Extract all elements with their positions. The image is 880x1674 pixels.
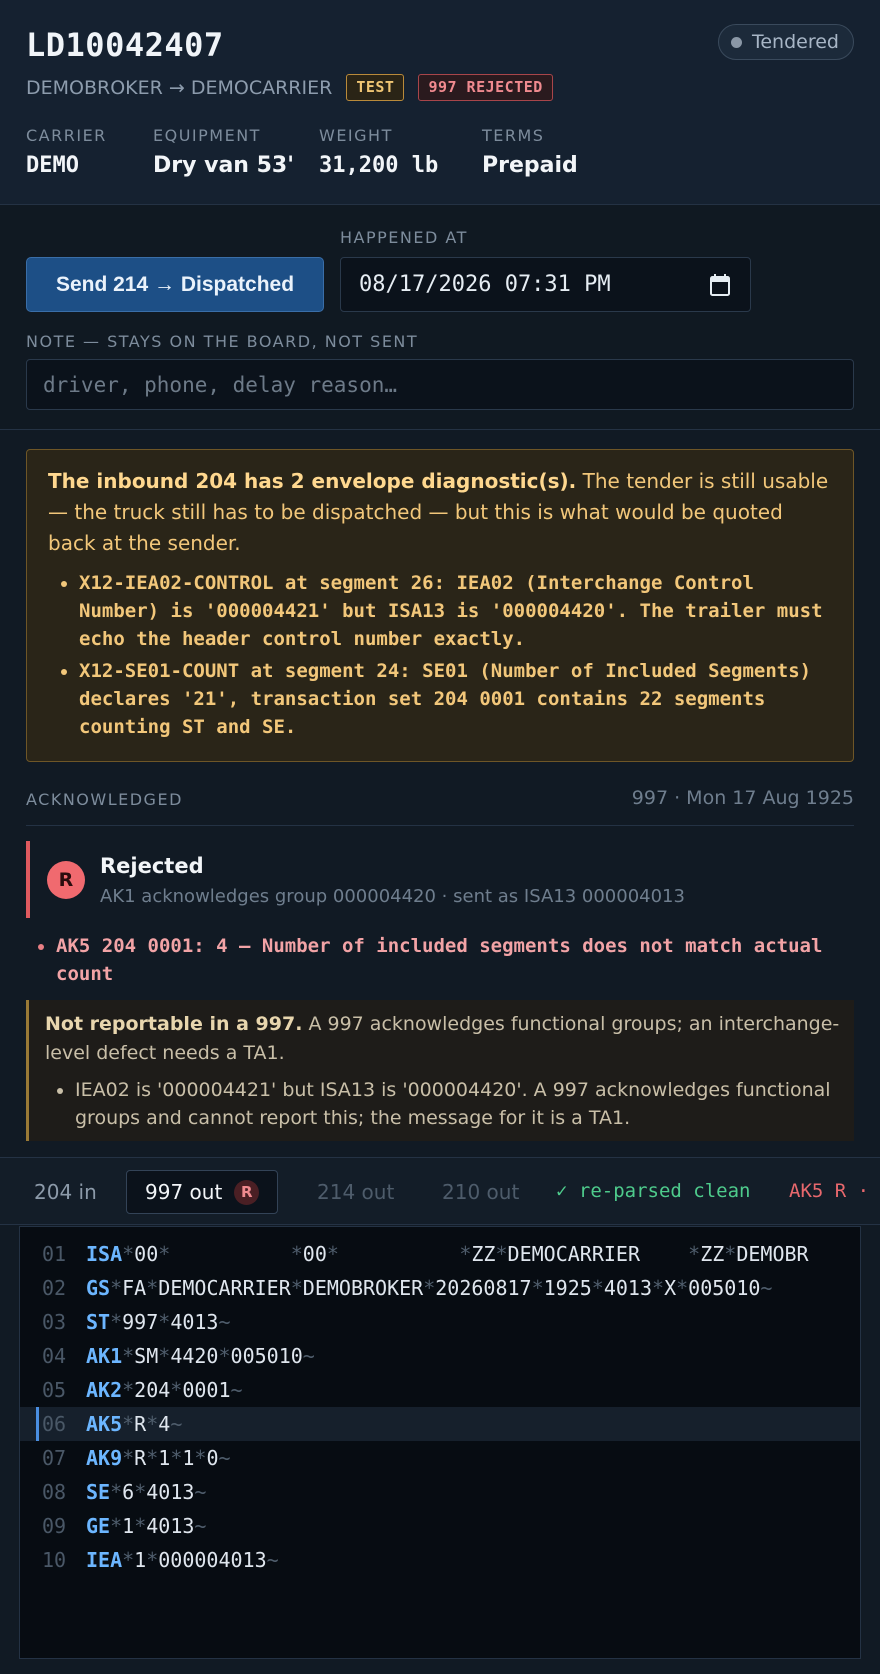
line-number: 05	[42, 1378, 67, 1402]
status-dot-icon	[730, 36, 742, 48]
diagnostics-intro: The inbound 204 has 2 envelope diagnosti…	[48, 466, 833, 559]
segment-id: AK1	[86, 1344, 123, 1368]
meta-carrier: CARRIER DEMO	[26, 126, 107, 178]
diagnostics-list: X12-IEA02-CONTROL at segment 26: IEA02 (…	[48, 569, 833, 741]
segment-text: ISA*00* *00* *ZZ*DEMOCARRIER *ZZ*DEMOBR	[86, 1242, 809, 1266]
line-number: 04	[42, 1344, 67, 1368]
rejected-badge: 997 REJECTED	[418, 74, 553, 101]
note-input[interactable]	[26, 359, 854, 410]
segment-text: ST*997*4013~	[86, 1310, 231, 1334]
calendar-icon[interactable]	[710, 274, 730, 296]
acknowledged-meta: 997 · Mon 17 Aug 1925	[631, 787, 854, 809]
happened-at-label: HAPPENED AT	[340, 228, 468, 247]
line-number: 06	[42, 1412, 67, 1436]
code-line: 09 GE*1*4013~	[20, 1509, 860, 1543]
acknowledged-title: ACKNOWLEDGED	[26, 790, 183, 809]
rejected-badge-icon: R	[234, 1179, 260, 1205]
meta-value: 31,200 lb	[319, 153, 439, 178]
route-text: DEMOBROKER → DEMOCARRIER	[26, 76, 333, 99]
diagnostic-item: X12-SE01-COUNT at segment 24: SE01 (Numb…	[79, 657, 833, 741]
code-line: 01 ISA*00* *00* *ZZ*DEMOCARRIER *ZZ*DEMOB…	[20, 1237, 860, 1271]
rejected-title: Rejected	[100, 854, 204, 878]
segment-id: IEA	[86, 1548, 123, 1572]
segment-text: GS*FA*DEMOCARRIER*DEMOBROKER*20260817*19…	[86, 1276, 773, 1300]
code-line: 08 SE*6*4013~	[20, 1475, 860, 1509]
line-number: 03	[42, 1310, 67, 1334]
happened-at-value: 08/17/2026 07:31 PM	[359, 272, 611, 297]
tab-204-in[interactable]: 204 in	[34, 1170, 97, 1214]
line-number: 10	[42, 1548, 67, 1572]
diagnostics-intro-bold: The inbound 204 has 2 envelope diagnosti…	[48, 469, 577, 493]
code-line: 05 AK2*204*0001~	[20, 1373, 860, 1407]
segment-text: AK9*R*1*1*0~	[86, 1446, 231, 1470]
diagnostic-item: X12-IEA02-CONTROL at segment 26: IEA02 (…	[79, 569, 833, 653]
send-214-dispatched-button[interactable]: Send 214 → Dispatched	[26, 257, 324, 312]
line-number: 07	[42, 1446, 67, 1470]
meta-value: DEMO	[26, 153, 79, 178]
meta-value: Dry van 53'	[153, 153, 294, 178]
not-reportable-list: IEA02 is '000004421' but ISA13 is '00000…	[45, 1076, 840, 1132]
segment-text: AK2*204*0001~	[86, 1378, 243, 1402]
tab-997-out[interactable]: 997 out R	[126, 1170, 279, 1214]
segment-id: AK2	[86, 1378, 123, 1402]
ack-error-item: AK5 204 0001: 4 — Number of included seg…	[56, 932, 846, 988]
not-reportable-intro: Not reportable in a 997. A 997 acknowled…	[45, 1010, 840, 1068]
line-number: 01	[42, 1242, 67, 1266]
meta-label: TERMS	[482, 126, 545, 145]
meta-label: EQUIPMENT	[153, 126, 261, 145]
status-pill: Tendered	[717, 24, 854, 60]
not-reportable-bold: Not reportable in a 997.	[45, 1013, 303, 1035]
segment-id: ISA	[86, 1242, 123, 1266]
ack-error-list: AK5 204 0001: 4 — Number of included seg…	[56, 932, 846, 988]
not-reportable-note: Not reportable in a 997. A 997 acknowled…	[26, 1000, 854, 1141]
meta-value: Prepaid	[482, 153, 578, 178]
note-label: NOTE — STAYS ON THE BOARD, NOT SENT	[26, 332, 419, 351]
ak5-status: AK5 R ·	[789, 1180, 870, 1202]
segment-text: AK1*SM*4420*005010~	[86, 1344, 315, 1368]
meta-equipment: EQUIPMENT Dry van 53'	[153, 126, 294, 178]
status-label: Tendered	[751, 31, 839, 53]
load-id: LD10042407	[26, 26, 224, 64]
line-number: 02	[42, 1276, 67, 1300]
meta-terms: TERMS Prepaid	[482, 126, 578, 178]
segment-text: IEA*1*000004013~	[86, 1548, 279, 1572]
test-badge: TEST	[346, 74, 405, 101]
tab-997-out-label: 997 out	[145, 1180, 223, 1204]
tab-210-out[interactable]: 210 out	[442, 1170, 519, 1214]
load-card: LD10042407 Tendered DEMOBROKER → DEMOCAR…	[0, 0, 880, 1674]
happened-at-input[interactable]: 08/17/2026 07:31 PM	[340, 257, 751, 312]
acknowledged-header: ACKNOWLEDGED 997 · Mon 17 Aug 1925	[26, 787, 854, 826]
not-reportable-item: IEA02 is '000004421' but ISA13 is '00000…	[75, 1076, 840, 1132]
code-line: 10 IEA*1*000004013~	[20, 1543, 860, 1577]
rejected-subtitle: AK1 acknowledges group 000004420 · sent …	[100, 886, 685, 907]
tab-214-out[interactable]: 214 out	[317, 1170, 394, 1214]
code-line: 07 AK9*R*1*1*0~	[20, 1441, 860, 1475]
code-line: 02 GS*FA*DEMOCARRIER*DEMOBROKER*20260817*…	[20, 1271, 860, 1305]
rejected-status: R Rejected AK1 acknowledges group 000004…	[26, 841, 854, 918]
line-number: 09	[42, 1514, 67, 1538]
reparsed-status: ✓ re-parsed clean	[556, 1180, 751, 1202]
meta-weight: WEIGHT 31,200 lb	[319, 126, 438, 178]
segment-id: GE	[86, 1514, 111, 1538]
line-number: 08	[42, 1480, 67, 1504]
code-line: 06 AK5*R*4~	[20, 1407, 860, 1441]
segment-id: AK9	[86, 1446, 123, 1470]
segment-id: SE	[86, 1480, 111, 1504]
envelope-diagnostics-warning: The inbound 204 has 2 envelope diagnosti…	[26, 449, 854, 762]
segment-text: SE*6*4013~	[86, 1480, 207, 1504]
segment-text: GE*1*4013~	[86, 1514, 207, 1538]
load-header: LD10042407 Tendered DEMOBROKER → DEMOCAR…	[0, 0, 880, 205]
highlight-bar	[36, 1407, 39, 1441]
meta-label: CARRIER	[26, 126, 107, 145]
route-line: DEMOBROKER → DEMOCARRIER TEST 997 REJECT…	[26, 74, 553, 101]
code-line: 03 ST*997*4013~	[20, 1305, 860, 1339]
segment-text: AK5*R*4~	[86, 1412, 183, 1436]
segment-id: ST	[86, 1310, 111, 1334]
rejected-icon: R	[47, 861, 85, 899]
segment-id: GS	[86, 1276, 111, 1300]
code-line: 04 AK1*SM*4420*005010~	[20, 1339, 860, 1373]
edi-code-view[interactable]: 01 ISA*00* *00* *ZZ*DEMOCARRIER *ZZ*DEMOB…	[19, 1226, 861, 1659]
meta-label: WEIGHT	[319, 126, 393, 145]
segment-id: AK5	[86, 1412, 123, 1436]
